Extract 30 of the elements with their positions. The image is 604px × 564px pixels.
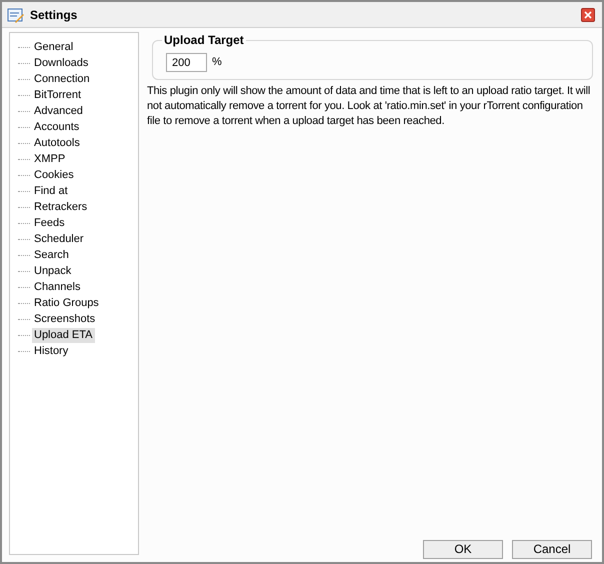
group-legend: Upload Target [162, 33, 246, 47]
sidebar-item[interactable]: Channels [32, 280, 82, 294]
sidebar-item[interactable]: Screenshots [32, 312, 98, 326]
description-text: This plugin only will show the amount of data and time that is left to an upload ratio target. It will not automatically remove a torrent for you. Look at 'ratio.min.set' in your rTorrent configuration file to remove a torrent when a upload target has been reached. [147, 84, 592, 129]
close-icon [584, 10, 592, 18]
sidebar-item[interactable]: Find at [32, 184, 70, 198]
sidebar-item[interactable]: Advanced [32, 104, 85, 118]
sidebar-item[interactable]: Ratio Groups [32, 296, 101, 310]
sidebar-item[interactable]: Unpack [32, 264, 74, 278]
sidebar-item[interactable]: Retrackers [32, 200, 90, 214]
dialog-button[interactable]: OK [423, 540, 503, 559]
sidebar-item[interactable]: Scheduler [32, 232, 86, 246]
target-input-field[interactable]: 200 [166, 53, 207, 72]
sidebar-item[interactable]: Search [32, 248, 71, 262]
settings-icon [7, 6, 25, 22]
window-title: Settings [30, 6, 78, 24]
sidebar-item[interactable]: Connection [32, 72, 92, 86]
sidebar-item[interactable]: BitTorrent [32, 88, 84, 102]
dialog-button[interactable]: Cancel [512, 540, 592, 559]
unit-label: % [212, 55, 222, 70]
sidebar-item[interactable]: XMPP [32, 152, 68, 166]
sidebar-item[interactable]: Accounts [32, 120, 82, 134]
sidebar-item[interactable]: History [32, 344, 70, 358]
sidebar-item[interactable]: Autotools [32, 136, 82, 150]
sidebar-item[interactable]: Feeds [32, 216, 67, 230]
sidebar-item[interactable]: Upload ETA [32, 328, 94, 342]
close-button[interactable] [581, 8, 595, 22]
sidebar-item[interactable]: Downloads [32, 56, 90, 70]
sidebar-item[interactable]: General [32, 40, 76, 54]
sidebar-item[interactable]: Cookies [32, 168, 76, 182]
